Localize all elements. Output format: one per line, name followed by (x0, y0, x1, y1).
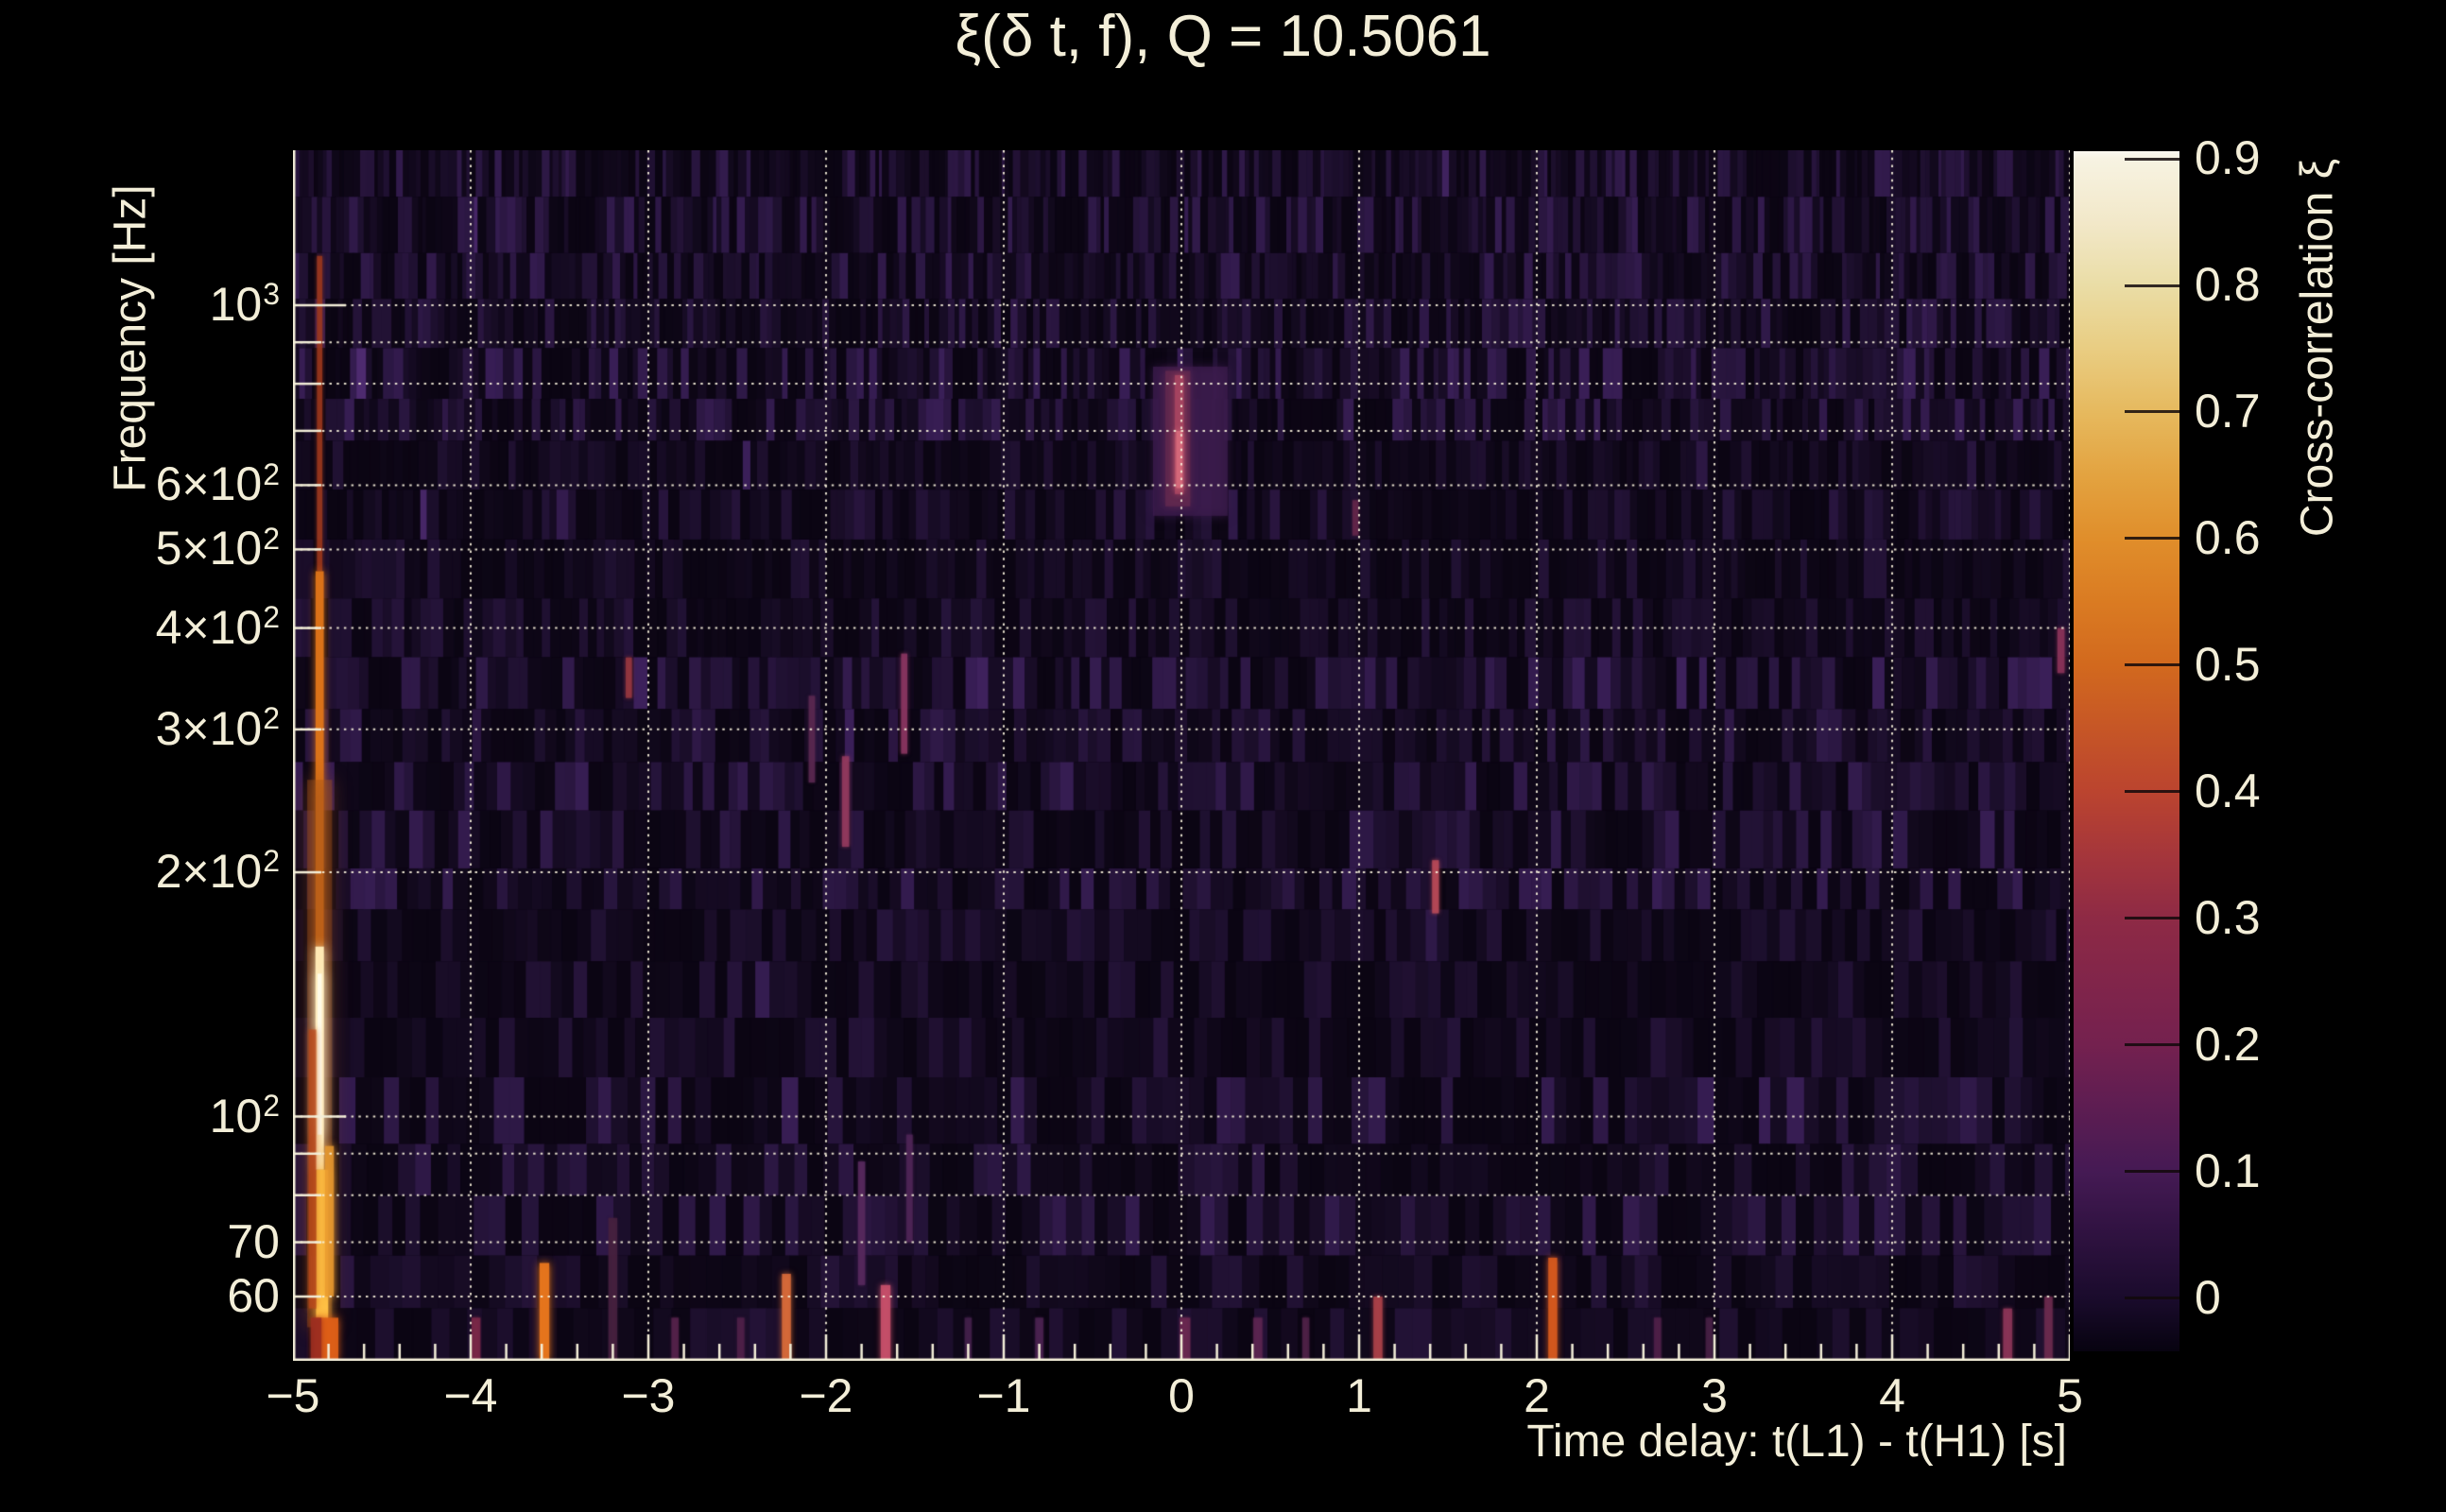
colorbar-tick-label: 0.5 (2195, 637, 2261, 691)
colorbar-tick-label: 0.3 (2195, 890, 2261, 944)
y-tick-exponent: 2 (263, 521, 280, 556)
y-tick-exponent: 2 (263, 456, 280, 491)
colorbar-tick-label: 0 (2195, 1270, 2221, 1324)
colorbar-tick (2125, 157, 2179, 161)
colorbar-tick-label: 0.9 (2195, 131, 2261, 185)
y-tick-label: 60 (227, 1269, 280, 1322)
x-tick-label: −1 (976, 1369, 1031, 1422)
x-tick-label: −3 (621, 1369, 676, 1422)
x-tick-label: 5 (2057, 1369, 2083, 1422)
colorbar-tick (2125, 284, 2179, 287)
colorbar-tick (2125, 410, 2179, 414)
colorbar-title: Cross-correlation ξ (2292, 158, 2343, 538)
x-tick-label: 4 (1879, 1369, 1905, 1422)
x-tick-label: −2 (799, 1369, 853, 1422)
y-tick-label: 6×102 (155, 456, 280, 511)
y-tick-label: 102 (209, 1088, 280, 1143)
colorbar-tick-label: 0.2 (2195, 1017, 2261, 1071)
plot-title: ξ(δ t, f), Q = 10.5061 (955, 4, 1491, 69)
x-tick-label: 3 (1701, 1369, 1728, 1422)
heatmap-canvas (293, 150, 2070, 1361)
colorbar-tick (2125, 1170, 2179, 1174)
y-tick-label: 70 (227, 1214, 280, 1268)
colorbar-tick-label: 0.7 (2195, 384, 2261, 438)
colorbar-tick (2125, 790, 2179, 794)
y-tick-exponent: 2 (263, 701, 280, 736)
y-tick-label: 4×102 (155, 599, 280, 654)
colorbar-tick (2125, 537, 2179, 541)
colorbar-tick-label: 0.8 (2195, 258, 2261, 311)
x-tick-label: 1 (1346, 1369, 1372, 1422)
cross-correlation-spectrogram-figure: ξ(δ t, f), Q = 10.5061 Frequency [Hz] Ti… (0, 0, 2446, 1512)
colorbar-tick (2125, 917, 2179, 920)
y-axis-title: Frequency [Hz] (105, 184, 156, 492)
y-tick-label: 103 (209, 277, 280, 331)
y-tick-label: 2×102 (155, 844, 280, 899)
y-tick-exponent: 3 (263, 277, 280, 312)
colorbar-tick-label: 0.6 (2195, 510, 2261, 564)
colorbar-tick (2125, 1043, 2179, 1047)
y-tick-label: 3×102 (155, 701, 280, 755)
y-tick-exponent: 2 (263, 844, 280, 879)
colorbar-tick (2125, 1297, 2179, 1300)
x-tick-label: −5 (266, 1369, 320, 1422)
y-tick-exponent: 2 (263, 1088, 280, 1123)
y-tick-exponent: 2 (263, 599, 280, 634)
colorbar-tick-label: 0.4 (2195, 764, 2261, 817)
y-tick-label: 5×102 (155, 521, 280, 576)
x-tick-label: 2 (1524, 1369, 1550, 1422)
x-tick-label: 0 (1168, 1369, 1195, 1422)
x-tick-label: −4 (443, 1369, 498, 1422)
colorbar-tick-label: 0.1 (2195, 1143, 2261, 1197)
colorbar-tick (2125, 663, 2179, 667)
x-axis-title: Time delay: t(L1) - t(H1) [s] (1526, 1417, 2067, 1467)
